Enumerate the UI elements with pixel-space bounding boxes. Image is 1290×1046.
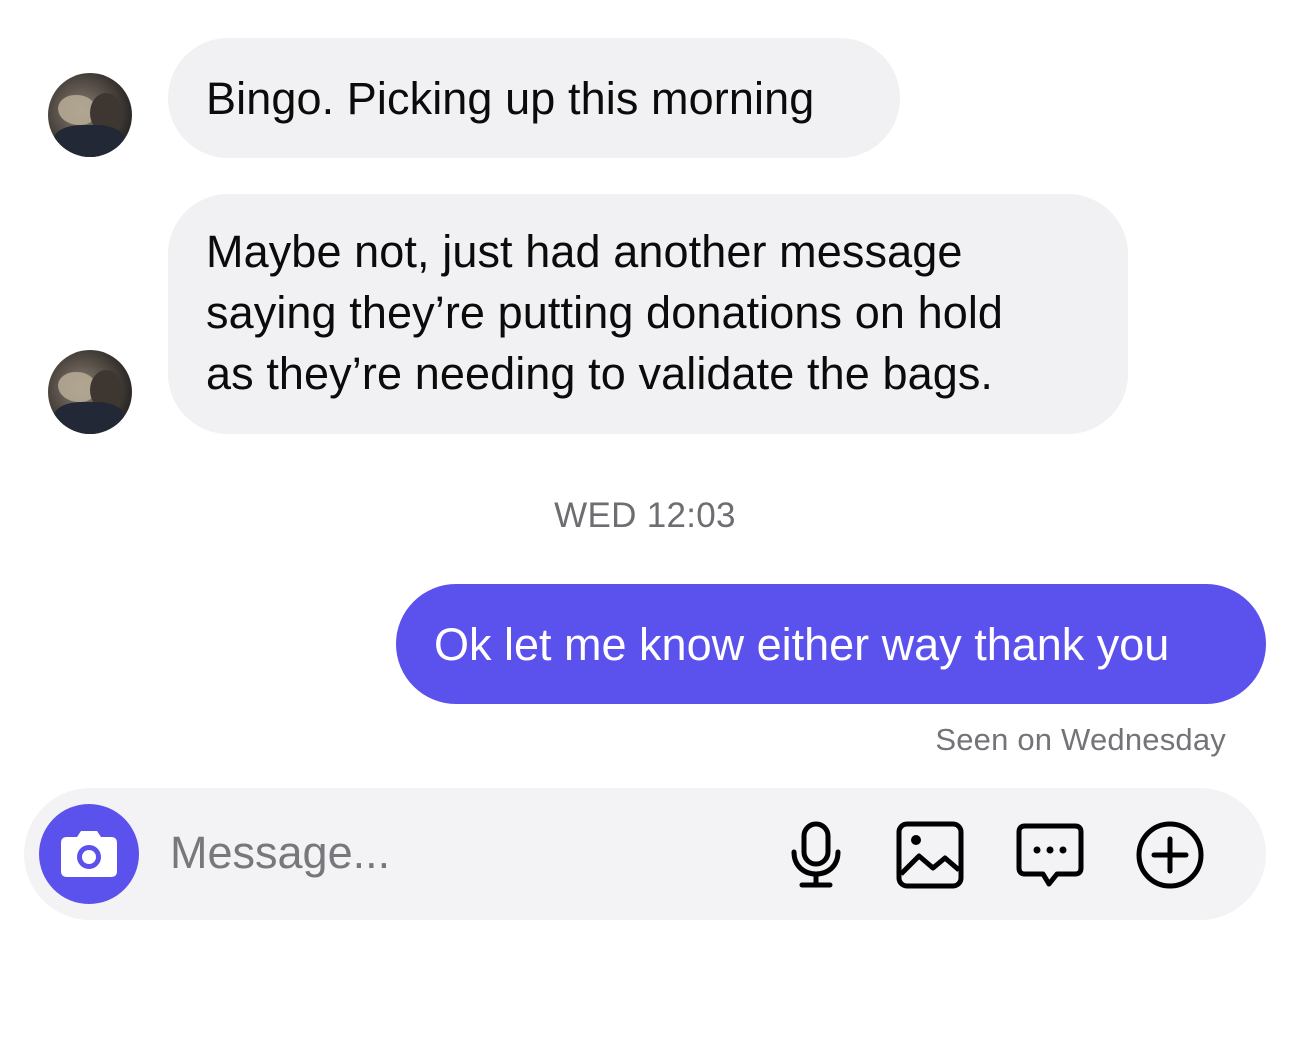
camera-button[interactable] — [39, 804, 139, 904]
sticker-icon — [1016, 823, 1084, 887]
message-input[interactable] — [170, 820, 730, 886]
incoming-message-bubble[interactable]: Maybe not, just had another message sayi… — [168, 194, 1128, 434]
message-text-line: saying they’re putting donations on hold — [206, 287, 1004, 338]
incoming-message-bubble[interactable]: Bingo. Picking up this morning — [168, 38, 900, 158]
message-text-line: Maybe not, just had another message — [206, 226, 963, 277]
message-text-line: as they’re needing to validate the bags. — [206, 348, 994, 399]
sender-avatar[interactable] — [48, 350, 132, 434]
plus-icon — [1136, 821, 1204, 889]
microphone-icon — [791, 821, 841, 888]
more-actions-button[interactable] — [1133, 818, 1207, 892]
camera-icon — [61, 831, 117, 877]
sticker-button[interactable] — [1013, 818, 1087, 892]
gallery-button[interactable] — [893, 818, 967, 892]
voice-message-button[interactable] — [779, 818, 853, 892]
outgoing-message-bubble[interactable]: Ok let me know either way thank you — [396, 584, 1266, 704]
timestamp-divider: WED 12:03 — [554, 496, 736, 535]
message-text: Bingo. Picking up this morning — [206, 73, 815, 124]
read-receipt: Seen on Wednesday — [935, 722, 1226, 757]
sender-avatar[interactable] — [48, 73, 132, 157]
gallery-icon — [896, 821, 964, 889]
message-text: Ok let me know either way thank you — [434, 619, 1170, 670]
